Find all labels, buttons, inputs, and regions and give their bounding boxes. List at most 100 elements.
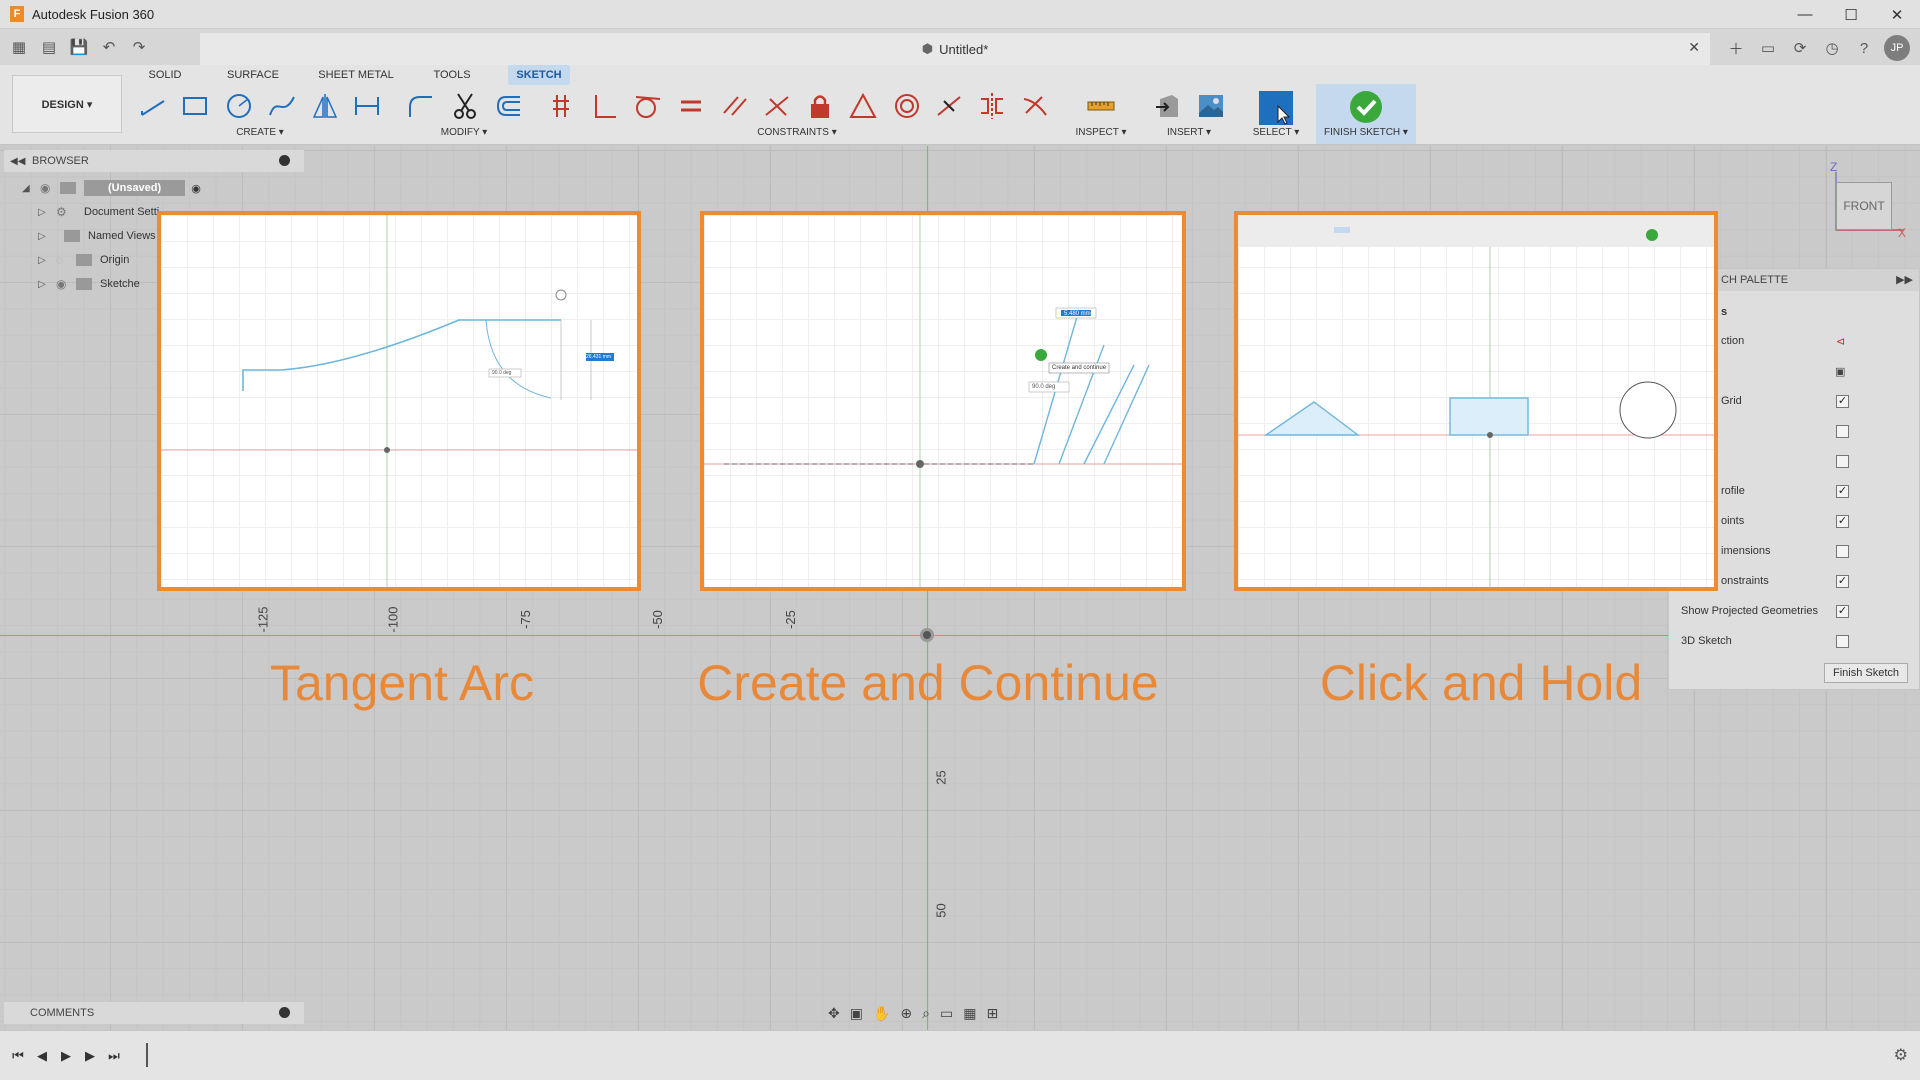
trim-scissors-icon[interactable] <box>448 89 482 123</box>
expand-palette-icon[interactable]: ▶▶ <box>1896 273 1913 286</box>
concentric-constraint-icon[interactable] <box>890 89 924 123</box>
workspace-switcher-button[interactable]: DESIGN ▾ <box>12 75 122 133</box>
visibility-eye-icon[interactable]: ◉ <box>56 277 76 291</box>
tab-tools[interactable]: TOOLS <box>428 65 476 85</box>
parallel-constraint-icon[interactable] <box>718 89 752 123</box>
palette-finish-sketch-button[interactable]: Finish Sketch <box>1824 663 1908 683</box>
timeline-settings-gear-icon[interactable]: ⚙ <box>1894 1045 1908 1065</box>
checkbox[interactable] <box>1836 454 1849 468</box>
grid-settings-icon[interactable]: ▦ <box>963 1005 976 1022</box>
tab-solid[interactable]: SOLID <box>143 65 187 85</box>
browser-item-named-views[interactable]: ▷ Named Views <box>38 225 156 247</box>
pin-icon[interactable] <box>279 155 290 166</box>
maximize-button[interactable]: ☐ <box>1828 0 1874 29</box>
expand-triangle-icon[interactable]: ▷ <box>38 255 56 266</box>
palette-row-show-projected[interactable]: Show Projected Geometries ✓ <box>1669 600 1920 622</box>
symmetry-constraint-icon[interactable] <box>975 89 1009 123</box>
user-avatar[interactable]: JP <box>1884 35 1910 61</box>
browser-root-item[interactable]: ◢ ◉ (Unsaved) ◉ <box>22 177 201 199</box>
collapse-triangle-icon[interactable]: ◢ <box>22 183 40 194</box>
expand-triangle-icon[interactable]: ▷ <box>38 207 56 218</box>
extensions-icon[interactable]: ⟳ <box>1788 36 1812 60</box>
data-panel-grid-icon[interactable]: ▦ <box>6 35 32 59</box>
timeline-back-icon[interactable]: ◀ <box>32 1047 52 1065</box>
orbit-icon[interactable]: ✥ <box>828 1005 840 1022</box>
insert-canvas-image-icon[interactable] <box>1194 89 1228 123</box>
look-at-icon[interactable]: ⊲ <box>1836 335 1845 348</box>
checkbox[interactable]: ✓ <box>1836 484 1849 498</box>
insert-menu[interactable]: INSERT ▾ <box>1167 127 1211 138</box>
dimension-tool-icon[interactable] <box>350 89 384 123</box>
origin-point[interactable] <box>920 628 934 642</box>
timeline-start-icon[interactable]: ⏮ <box>8 1047 28 1065</box>
finish-sketch-menu[interactable]: FINISH SKETCH ▾ <box>1324 127 1408 138</box>
offset-tool-icon[interactable] <box>492 89 526 123</box>
viewports-icon[interactable]: ⊞ <box>986 1005 998 1022</box>
tab-surface[interactable]: SURFACE <box>223 65 283 85</box>
line-tool-icon[interactable] <box>136 89 170 123</box>
coincident-constraint-icon[interactable] <box>545 89 579 123</box>
zoom-icon[interactable]: ⊕ <box>900 1005 912 1022</box>
expand-triangle-icon[interactable]: ▷ <box>38 231 56 242</box>
curvature-constraint-icon[interactable] <box>1018 89 1052 123</box>
measure-ruler-icon[interactable] <box>1084 89 1118 123</box>
close-tab-icon[interactable]: ✕ <box>1688 39 1700 56</box>
browser-item-sketches[interactable]: ▷ ◉ Sketche <box>38 273 140 295</box>
document-tab[interactable]: ⬢ Untitled* ✕ <box>200 33 1710 65</box>
checkbox[interactable]: ✓ <box>1836 394 1849 408</box>
collinear-constraint-icon[interactable] <box>760 89 794 123</box>
equal-constraint-icon[interactable] <box>674 89 708 123</box>
redo-icon[interactable]: ↷ <box>126 35 152 59</box>
circle-tool-icon[interactable] <box>222 89 256 123</box>
select-menu[interactable]: SELECT ▾ <box>1253 127 1300 138</box>
display-settings-icon[interactable]: ▭ <box>940 1005 953 1022</box>
view-cube[interactable]: Z FRONT X <box>1830 160 1910 240</box>
activate-radio-icon[interactable]: ◉ <box>191 182 201 195</box>
triangle-constraint-icon[interactable] <box>846 89 880 123</box>
tangent-constraint-icon[interactable] <box>630 89 664 123</box>
palette-row-3d-sketch[interactable]: 3D Sketch <box>1669 630 1920 652</box>
modify-menu[interactable]: MODIFY ▾ <box>441 127 488 138</box>
file-menu-icon[interactable]: ▤ <box>36 35 62 59</box>
select-tool-icon[interactable] <box>1257 89 1295 127</box>
checkbox[interactable]: ✓ <box>1836 574 1849 588</box>
spline-tool-icon[interactable] <box>265 89 299 123</box>
checkbox[interactable] <box>1836 544 1849 558</box>
timeline-play-icon[interactable]: ▶ <box>56 1047 76 1065</box>
minimize-button[interactable]: — <box>1782 0 1828 29</box>
checkbox[interactable]: ✓ <box>1836 514 1849 528</box>
tab-sketch[interactable]: SKETCH <box>508 65 570 85</box>
fillet-tool-icon[interactable] <box>404 89 438 123</box>
perpendicular-constraint-icon[interactable] <box>588 89 622 123</box>
browser-item-origin[interactable]: ▷ ◌ Origin <box>38 249 129 271</box>
look-at-face-icon[interactable]: ▣ <box>850 1005 863 1022</box>
rectangle-tool-icon[interactable] <box>178 89 212 123</box>
visibility-eye-icon[interactable]: ◉ <box>40 181 60 195</box>
help-icon[interactable]: ? <box>1852 36 1876 60</box>
mirror-tool-icon[interactable] <box>308 89 342 123</box>
fix-lock-icon[interactable] <box>803 89 837 123</box>
checkbox[interactable] <box>1836 634 1849 648</box>
checkbox[interactable] <box>1836 424 1849 438</box>
midpoint-constraint-icon[interactable] <box>932 89 966 123</box>
notifications-icon[interactable]: ◷ <box>1820 36 1844 60</box>
browser-item-document-settings[interactable]: ▷ ⚙ Document Setti <box>38 201 159 223</box>
pan-hand-icon[interactable]: ✋ <box>873 1005 890 1022</box>
timeline-end-icon[interactable]: ⏭ <box>104 1047 124 1065</box>
fit-zoom-icon[interactable]: ⌕ <box>922 1005 930 1022</box>
comments-panel-header[interactable]: COMMENTS <box>4 1002 304 1024</box>
inspect-menu[interactable]: INSPECT ▾ <box>1076 127 1127 138</box>
undo-icon[interactable]: ↶ <box>96 35 122 59</box>
checkbox[interactable]: ✓ <box>1836 604 1849 618</box>
add-comment-icon[interactable] <box>279 1007 290 1018</box>
collapse-icon[interactable]: ◀◀ <box>10 156 25 167</box>
constraints-menu[interactable]: CONSTRAINTS ▾ <box>757 127 836 138</box>
new-tab-icon[interactable]: ＋ <box>1724 36 1748 60</box>
insert-derive-icon[interactable] <box>1152 89 1186 123</box>
tab-sheet-metal[interactable]: SHEET METAL <box>316 65 396 85</box>
expand-triangle-icon[interactable]: ▷ <box>38 279 56 290</box>
timeline-forward-icon[interactable]: ▶ <box>80 1047 100 1065</box>
hidden-eye-icon[interactable]: ◌ <box>56 253 76 267</box>
browser-panel-header[interactable]: ◀◀ BROWSER <box>4 150 304 172</box>
slice-icon[interactable]: ▣ <box>1835 365 1845 378</box>
